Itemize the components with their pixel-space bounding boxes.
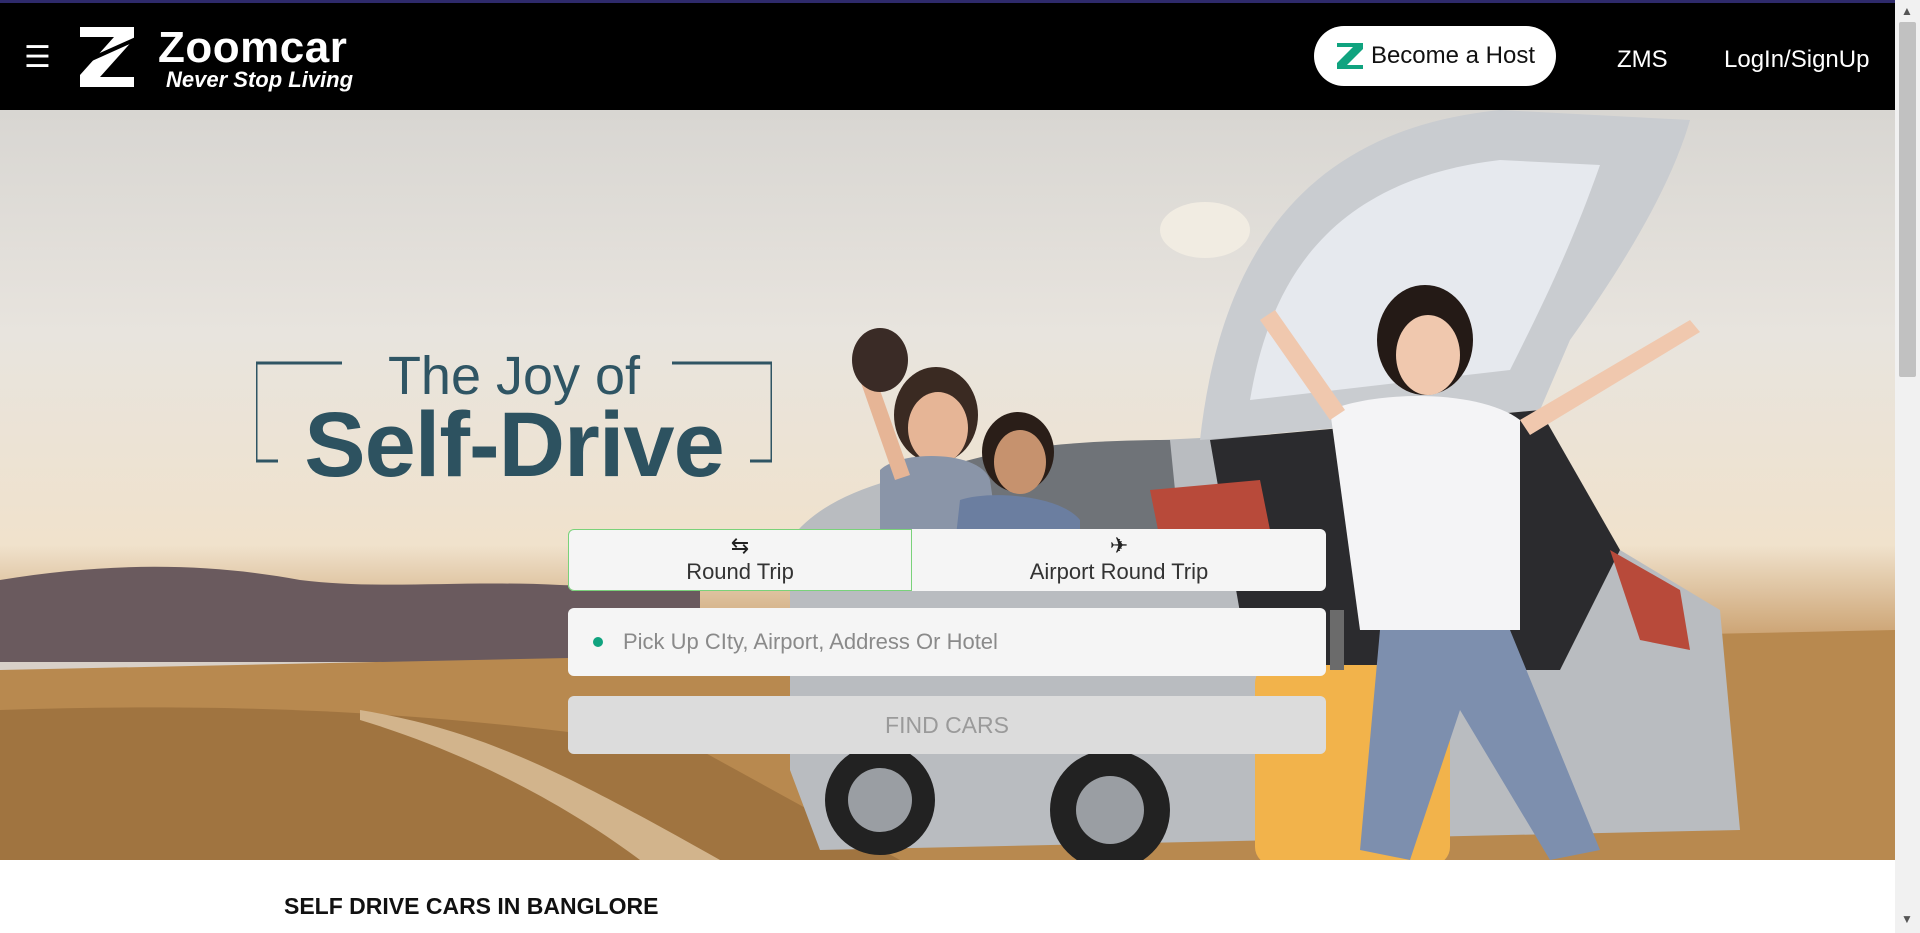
zoomcar-logo[interactable]: Zoomcar Never Stop Living [76, 23, 356, 95]
brand-tagline: Never Stop Living [166, 67, 354, 92]
brand-name: Zoomcar [158, 23, 348, 72]
zoomcar-z-icon [77, 27, 137, 87]
scroll-down-arrow-icon[interactable]: ▼ [1901, 912, 1913, 926]
zoomcar-green-z-icon [1336, 43, 1363, 69]
become-host-button[interactable]: Become a Host [1314, 26, 1556, 86]
hero-banner: The Joy of Self-Drive ⇆ Round Trip ✈ Air… [0, 110, 1895, 860]
login-signup-link[interactable]: LogIn/SignUp [1724, 46, 1869, 74]
hero-title-main: Self-Drive [304, 394, 725, 496]
page-scrollbar[interactable]: ▲ ▼ [1895, 0, 1920, 933]
hero-title: The Joy of Self-Drive [256, 315, 772, 496]
tab-round-trip-label: Round Trip [686, 559, 794, 584]
section-title: SELF DRIVE CARS IN BANGLORE [284, 893, 659, 919]
scroll-thumb[interactable] [1899, 22, 1916, 377]
find-cars-button[interactable]: FIND CARS [568, 696, 1326, 754]
tab-airport-round-trip[interactable]: ✈ Airport Round Trip [912, 529, 1326, 591]
hamburger-icon[interactable]: ☰ [24, 43, 51, 73]
pickup-location-field[interactable] [568, 608, 1326, 676]
tab-round-trip[interactable]: ⇆ Round Trip [568, 529, 912, 591]
tab-airport-round-trip-label: Airport Round Trip [1029, 559, 1209, 584]
location-dot-icon [593, 637, 603, 647]
airplane-icon: ✈ [1109, 533, 1129, 558]
swap-arrows-icon: ⇆ [730, 533, 750, 558]
top-navbar: ☰ Zoomcar Never Stop Living Become a Hos… [0, 3, 1895, 110]
zms-link[interactable]: ZMS [1617, 46, 1668, 74]
pickup-location-input[interactable] [621, 628, 1305, 656]
become-host-label: Become a Host [1370, 42, 1536, 69]
scroll-up-arrow-icon[interactable]: ▲ [1901, 4, 1913, 18]
trip-type-tabs: ⇆ Round Trip ✈ Airport Round Trip [568, 529, 1326, 591]
